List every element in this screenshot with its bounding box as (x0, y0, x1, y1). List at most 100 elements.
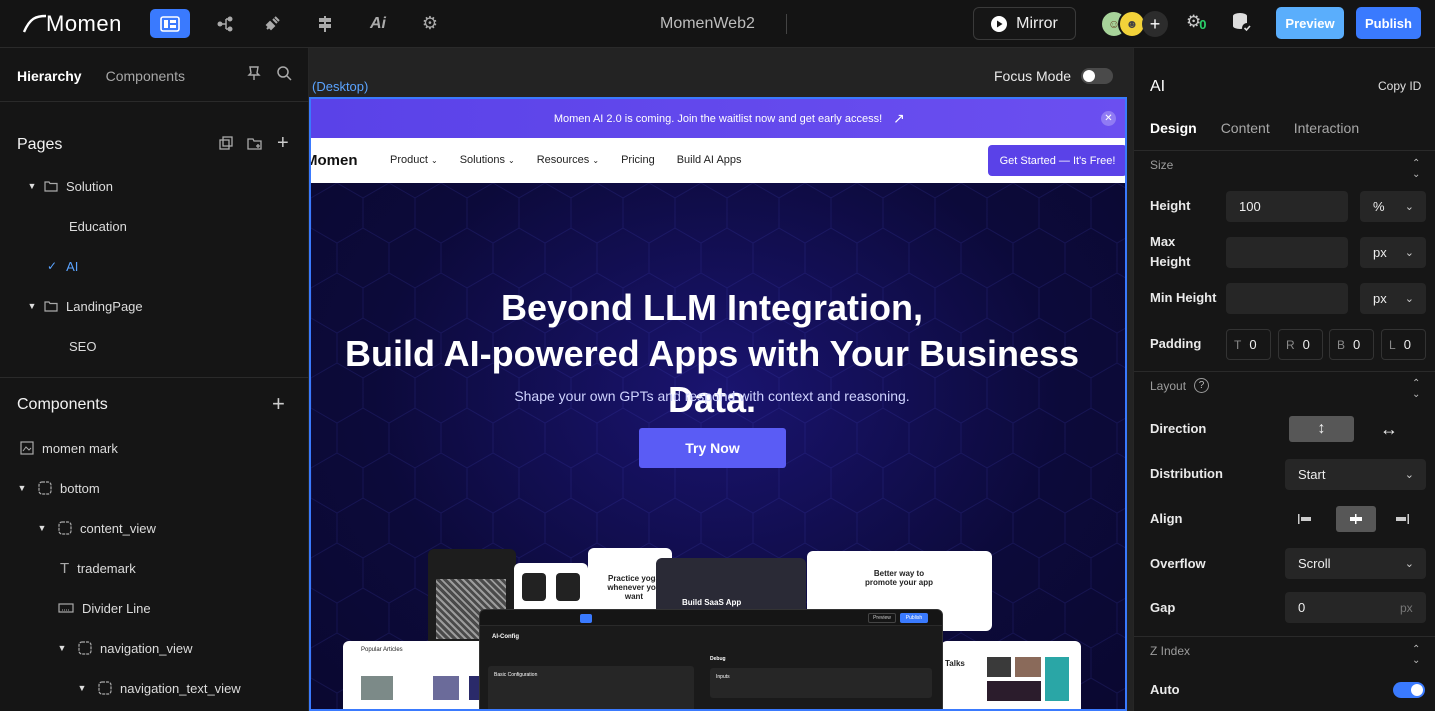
sidebar-item-seo[interactable]: SEO (0, 335, 309, 357)
height-unit-select[interactable]: % ⌄ (1360, 191, 1426, 222)
component-item-navigation-text-view[interactable]: ▼ navigation_text_view (0, 677, 309, 699)
align-right-button[interactable] (1388, 506, 1416, 532)
left-panel-tabs: Hierarchy Components (17, 68, 185, 84)
component-item-trademark[interactable]: T trademark (0, 557, 309, 579)
min-height-input[interactable] (1226, 283, 1348, 314)
database-status[interactable] (1230, 11, 1254, 40)
component-label: content_view (80, 520, 156, 536)
tab-design[interactable]: Design (1150, 120, 1197, 136)
ai-tool-button[interactable]: Ai (358, 9, 398, 38)
align-center-button[interactable] (1336, 506, 1376, 532)
nav-pricing[interactable]: Pricing (621, 154, 655, 166)
overflow-select[interactable]: Scroll ⌄ (1285, 548, 1426, 579)
add-page-icon[interactable]: + (277, 133, 289, 153)
collapse-icon[interactable]: ⌃ ⌄ (1412, 158, 1420, 180)
flow-tool-button[interactable] (205, 9, 245, 38)
tab-components[interactable]: Components (106, 68, 185, 84)
align-left-button[interactable] (1291, 506, 1319, 532)
component-item-content-view[interactable]: ▼ content_view (0, 517, 309, 539)
padding-bottom-input[interactable]: B 0 (1329, 329, 1374, 360)
height-input[interactable]: 100 (1226, 191, 1348, 222)
design-canvas[interactable]: (Desktop) Focus Mode Momen AI 2.0 is com… (309, 48, 1133, 711)
arrow-up-right-icon[interactable]: ↗ (893, 110, 905, 127)
pin-icon[interactable] (246, 65, 262, 81)
sidebar-item-ai[interactable]: ✓ AI (0, 255, 309, 277)
nav-resources[interactable]: Resources ⌄ (537, 154, 599, 166)
add-component-icon[interactable]: + (272, 391, 285, 417)
add-folder-icon[interactable] (247, 136, 263, 150)
focus-mode-control[interactable]: Focus Mode (994, 68, 1114, 84)
add-collaborator-button[interactable]: + (1142, 11, 1168, 37)
mock-thumbnail (987, 681, 1041, 701)
momen-logo[interactable]: Momen (22, 11, 122, 36)
tab-content[interactable]: Content (1221, 120, 1270, 136)
zindex-section-header[interactable]: Z Index (1150, 644, 1190, 658)
help-icon[interactable]: ? (1194, 378, 1210, 393)
hero-heading-line-2: Build AI-powered Apps with Your Business… (344, 333, 1080, 420)
sidebar-item-education[interactable]: Education (0, 215, 309, 237)
padding-right-input[interactable]: R 0 (1278, 329, 1323, 360)
component-item-momen-mark[interactable]: momen mark (0, 437, 309, 459)
site-logo[interactable]: Momen (311, 152, 358, 169)
component-label: momen mark (42, 440, 118, 456)
toggle-knob (1411, 684, 1423, 696)
sidebar-item-landingpage[interactable]: ▼ LandingPage (0, 295, 309, 317)
component-label: trademark (77, 560, 136, 576)
chevron-down-icon: ⌄ (1404, 247, 1414, 259)
vertical-arrows-icon: ↕ (1317, 420, 1326, 437)
sidebar-item-solution[interactable]: ▼ Solution (0, 175, 309, 197)
tab-interaction[interactable]: Interaction (1294, 120, 1359, 136)
caret-down-icon[interactable]: ▼ (16, 483, 28, 493)
caret-down-icon[interactable]: ▼ (26, 301, 38, 311)
nav-solutions[interactable]: Solutions ⌄ (460, 154, 515, 166)
copy-id-button[interactable]: Copy ID (1378, 79, 1421, 93)
distribution-label: Distribution (1150, 466, 1223, 481)
direction-horizontal-button[interactable]: ↔ (1359, 416, 1419, 442)
size-section-header[interactable]: Size (1150, 158, 1173, 172)
close-icon[interactable]: ✕ (1101, 111, 1116, 126)
component-label: navigation_text_view (120, 680, 241, 696)
collapse-icon[interactable]: ⌃ ⌄ (1412, 644, 1420, 666)
copy-icon[interactable] (219, 136, 233, 150)
mirror-button[interactable]: Mirror (973, 7, 1076, 40)
padding-top-input[interactable]: T 0 (1226, 329, 1271, 360)
caret-down-icon[interactable]: ▼ (26, 181, 38, 191)
component-item-divider-line[interactable]: Divider Line (0, 597, 309, 619)
try-now-button[interactable]: Try Now (639, 428, 786, 468)
mock-debug-card: Inputs (710, 668, 932, 698)
settings-tool-button[interactable]: ⚙ (410, 9, 450, 38)
min-height-unit-select[interactable]: px ⌄ (1360, 283, 1426, 314)
preview-button[interactable]: Preview (1276, 7, 1344, 39)
max-height-input[interactable] (1226, 237, 1348, 268)
auto-zindex-toggle[interactable] (1393, 682, 1425, 698)
collapse-icon[interactable]: ⌃ ⌄ (1412, 378, 1420, 400)
caret-down-icon[interactable]: ▼ (36, 523, 48, 533)
search-icon[interactable] (276, 65, 292, 81)
max-height-unit-select[interactable]: px ⌄ (1360, 237, 1426, 268)
bug-status[interactable]: ⚙ 0 (1186, 12, 1206, 32)
layout-tool-button[interactable] (150, 9, 190, 38)
layout-section-header[interactable]: Layout ? (1150, 378, 1210, 393)
api-tool-button[interactable] (305, 9, 345, 38)
tab-hierarchy[interactable]: Hierarchy (17, 68, 82, 84)
selected-page-frame[interactable]: Momen AI 2.0 is coming. Join the waitlis… (309, 97, 1127, 711)
padding-left-input[interactable]: L 0 (1381, 329, 1426, 360)
gap-unit: px (1400, 601, 1413, 615)
announcement-banner[interactable]: Momen AI 2.0 is coming. Join the waitlis… (311, 99, 1125, 138)
nav-product[interactable]: Product ⌄ (390, 154, 438, 166)
nav-build-ai-apps[interactable]: Build AI Apps (677, 154, 742, 166)
logo-mark-icon (22, 14, 47, 33)
component-item-navigation-view[interactable]: ▼ navigation_view (0, 637, 309, 659)
component-item-bottom[interactable]: ▼ bottom (0, 477, 309, 499)
direction-vertical-button[interactable]: ↕ (1289, 416, 1354, 442)
pages-section-title: Pages (17, 136, 63, 153)
plugin-tool-button[interactable] (252, 9, 292, 38)
publish-button[interactable]: Publish (1356, 7, 1421, 39)
focus-mode-toggle[interactable] (1081, 68, 1114, 84)
caret-down-icon[interactable]: ▼ (56, 643, 68, 653)
caret-down-icon[interactable]: ▼ (76, 683, 88, 693)
get-started-button[interactable]: Get Started — It's Free! (988, 145, 1125, 176)
distribution-select[interactable]: Start ⌄ (1285, 459, 1426, 490)
site-navbar: Momen Product ⌄ Solutions ⌄ Resources ⌄ … (311, 138, 1125, 183)
padding-value: 0 (1249, 337, 1257, 352)
